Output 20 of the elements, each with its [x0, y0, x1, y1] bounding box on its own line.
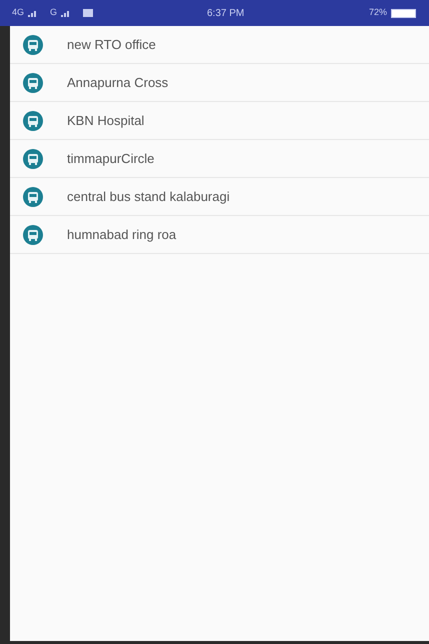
bus-icon: [23, 110, 43, 130]
bus-stop-item[interactable]: KBN Hospital: [10, 102, 429, 140]
signal-icon: [61, 9, 72, 17]
bus-stop-item[interactable]: Annapurna Cross: [10, 64, 429, 102]
sim-icon: [83, 9, 94, 17]
network-label: 4G: [12, 6, 24, 20]
bus-icon: [23, 148, 43, 168]
bus-icon: [23, 34, 43, 54]
clock: 6:37 PM: [207, 6, 244, 20]
bus-stop-item[interactable]: humnabad ring roa: [10, 216, 429, 254]
bus-icon: [23, 186, 43, 206]
battery-icon: [391, 8, 417, 18]
bus-icon: [23, 224, 43, 244]
bus-icon: [23, 72, 43, 92]
bus-stop-item[interactable]: timmapurCircle: [10, 140, 429, 178]
signal-icon: [28, 9, 38, 17]
battery-percent: 72%: [368, 6, 387, 20]
bus-stop-item[interactable]: central bus stand kalaburagi: [10, 178, 429, 216]
bus-stop-item[interactable]: new RTO office: [10, 26, 429, 64]
network-label: G: [50, 6, 58, 20]
